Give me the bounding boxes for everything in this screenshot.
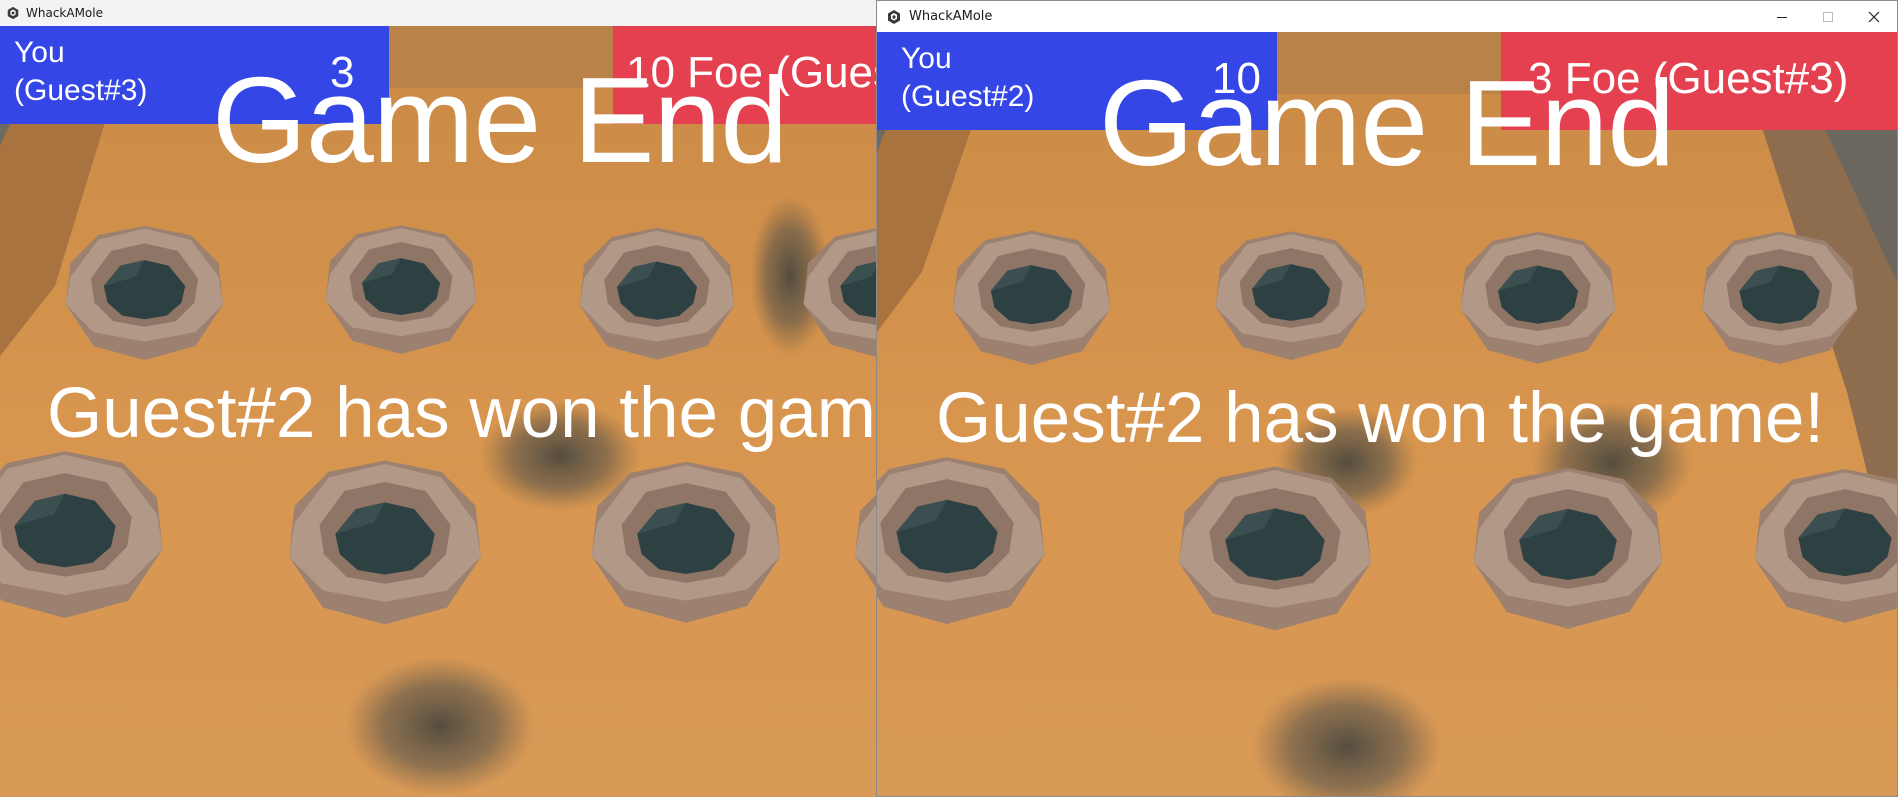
player-label: You (Guest#2) — [901, 40, 1034, 116]
left-window-title: WhackAMole — [26, 6, 103, 20]
left-game-viewport[interactable]: You (Guest#3) 3 10 Foe (Guest#2) Game En… — [0, 26, 876, 797]
shadow — [345, 656, 535, 796]
winner-message: Guest#2 has won the game! — [936, 379, 1825, 458]
mole-hole[interactable] — [591, 461, 781, 623]
mole-hole[interactable] — [952, 230, 1111, 365]
game-end-title: Game End — [212, 52, 788, 188]
unity-app-icon — [6, 6, 20, 20]
winner-message: Guest#2 has won the game! — [47, 374, 876, 453]
left-game-window: WhackAMole You (Guest#3) 3 10 Foe (Gue G… — [0, 0, 876, 797]
minimize-icon — [1777, 16, 1787, 18]
mole-hole[interactable] — [1701, 231, 1858, 364]
player-label-line2: (Guest#2) — [901, 80, 1035, 113]
right-window-title: WhackAMole — [909, 9, 993, 24]
player-label-line1: You — [14, 36, 65, 69]
unity-app-icon — [886, 9, 902, 25]
minimize-button[interactable] — [1759, 1, 1805, 32]
close-icon — [1868, 11, 1880, 22]
player-label: You (Guest#3) — [14, 34, 147, 110]
window-controls — [1759, 1, 1897, 32]
maximize-icon — [1823, 11, 1833, 22]
right-game-viewport[interactable]: You (Guest#2) 10 3 Foe (Guest#3) Game En… — [877, 32, 1897, 796]
mole-hole[interactable] — [288, 460, 482, 625]
mole-hole[interactable] — [1178, 466, 1372, 631]
player-label-line2: (Guest#3) — [14, 74, 148, 107]
player-label-line1: You — [901, 42, 952, 75]
maximize-button[interactable] — [1805, 1, 1851, 32]
close-button[interactable] — [1851, 1, 1897, 32]
mole-hole[interactable] — [1473, 467, 1663, 629]
mole-hole[interactable] — [325, 225, 477, 354]
game-end-title: Game End — [1099, 55, 1675, 191]
right-game-window: WhackAMole You (Guest#2) 10 3 Foe (Guest… — [876, 0, 1898, 797]
mole-hole[interactable] — [579, 227, 735, 360]
left-titlebar[interactable]: WhackAMole — [0, 0, 876, 26]
right-titlebar[interactable]: WhackAMole — [877, 1, 1897, 32]
